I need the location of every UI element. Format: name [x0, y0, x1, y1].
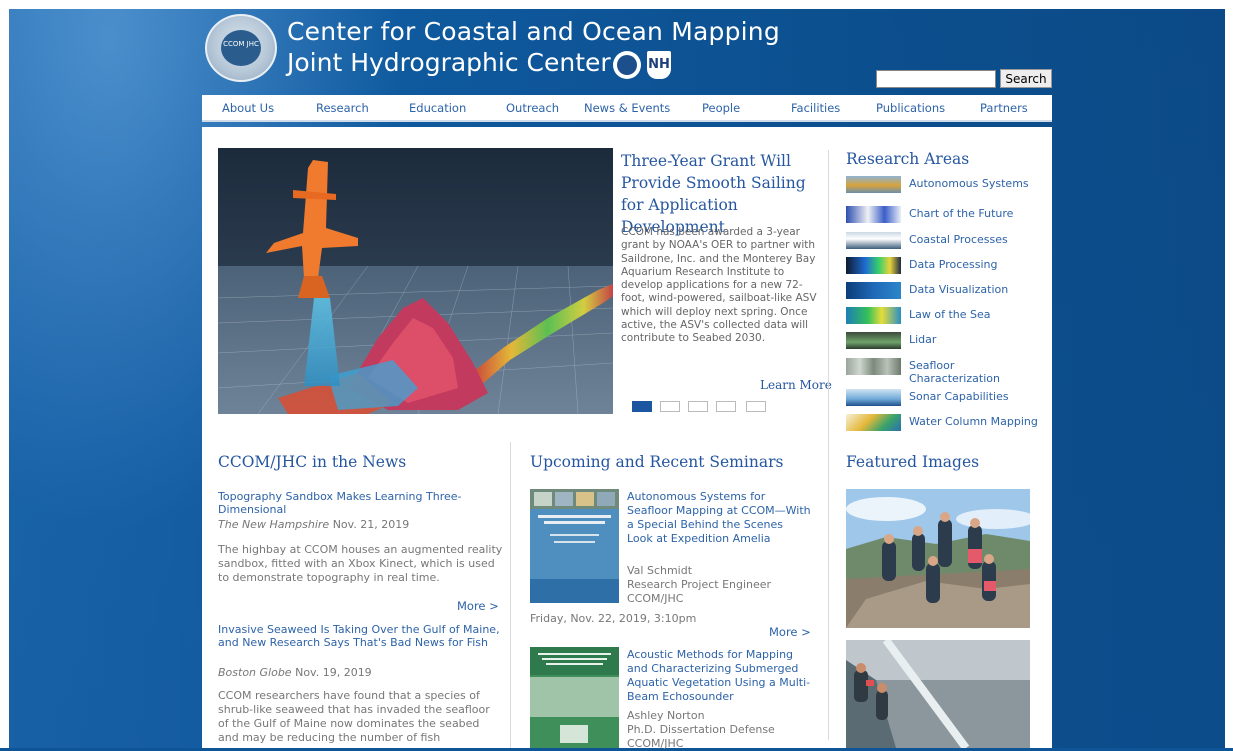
news-body-1: The highbay at CCOM houses an augmented … [218, 543, 503, 584]
featured-images-title[interactable]: Featured Images [846, 453, 979, 471]
research-area-label: Seafloor Characterization [909, 359, 1000, 385]
seminar-more-link-1[interactable]: More > [769, 625, 811, 639]
frame-top [0, 0, 1233, 9]
search-input[interactable] [876, 70, 996, 88]
research-area-label: Lidar [909, 333, 937, 346]
seminar-thumb-2[interactable] [530, 647, 619, 748]
hero-learn-more-link[interactable]: Learn More [760, 378, 832, 392]
seminar-speaker-2: Ashley Norton [627, 709, 705, 722]
water-column-thumb [846, 414, 901, 431]
research-area-coastal[interactable]: Coastal Processes [846, 232, 1046, 258]
lidar-thumb [846, 332, 901, 349]
research-area-sonar[interactable]: Sonar Capabilities [846, 389, 1046, 415]
news-source-name: The New Hampshire [218, 518, 330, 531]
nav-education[interactable]: Education [409, 101, 466, 115]
research-area-label: Autonomous Systems [909, 177, 1029, 190]
research-area-seafloor[interactable]: Seafloor Characterization [846, 358, 1046, 385]
data-visualization-thumb [846, 282, 901, 299]
frame-left [0, 0, 9, 748]
data-processing-thumb [846, 257, 901, 274]
search-button[interactable]: Search [1000, 69, 1052, 88]
research-area-law-sea[interactable]: Law of the Sea [846, 307, 1046, 333]
news-more-link-1[interactable]: More > [457, 599, 499, 613]
research-area-label: Data Visualization [909, 283, 1009, 296]
hero-body: CCOM has been awarded a 3-year grant by … [621, 226, 817, 345]
slide-dot-2[interactable] [660, 401, 680, 412]
nav-research[interactable]: Research [316, 101, 369, 115]
law-of-sea-thumb [846, 307, 901, 324]
news-section-title[interactable]: CCOM/JHC in the News [218, 453, 406, 471]
frame-right [1225, 0, 1233, 748]
news-source-name: Boston Globe [218, 666, 292, 679]
nav-publications[interactable]: Publications [876, 101, 945, 115]
research-area-autonomous[interactable]: Autonomous Systems [846, 176, 1046, 202]
research-area-lidar[interactable]: Lidar [846, 332, 1046, 358]
seminar-speaker-1: Val Schmidt [627, 564, 693, 577]
sonar-thumb [846, 389, 901, 406]
coastal-processes-thumb [846, 232, 901, 249]
news-source-2: Boston Globe Nov. 19, 2019 [218, 666, 372, 679]
research-area-chart-future[interactable]: Chart of the Future [846, 206, 1046, 232]
seminar-title-1[interactable]: Autonomous Systems for Seafloor Mapping … [627, 490, 812, 546]
research-area-label: Chart of the Future [909, 207, 1014, 220]
featured-image-2[interactable] [846, 640, 1030, 748]
seal-text: CCOM JHC [221, 30, 261, 66]
research-area-label: Sonar Capabilities [909, 390, 1009, 403]
unh-logo-icon[interactable]: NH [647, 51, 671, 79]
slide-dot-4[interactable] [716, 401, 736, 412]
seminar-thumb-1[interactable] [530, 489, 619, 603]
nav-partners[interactable]: Partners [980, 101, 1028, 115]
slide-dot-5[interactable] [746, 401, 766, 412]
research-area-label: Law of the Sea [909, 308, 991, 321]
autonomous-systems-thumb [846, 176, 901, 193]
nav-facilities[interactable]: Facilities [791, 101, 840, 115]
news-divider [510, 442, 511, 748]
nav-people[interactable]: People [702, 101, 740, 115]
noaa-logo-icon[interactable] [613, 51, 641, 79]
nav-outreach[interactable]: Outreach [506, 101, 559, 115]
slide-dot-1[interactable] [632, 401, 652, 412]
seafloor-thumb [846, 358, 901, 375]
seminar-title-2[interactable]: Acoustic Methods for Mapping and Charact… [627, 648, 812, 704]
seminars-section-title[interactable]: Upcoming and Recent Seminars [530, 453, 783, 471]
seminar-role-2: Ph.D. Dissertation Defense [627, 723, 775, 736]
site-title-line1[interactable]: Center for Coastal and Ocean Mapping [287, 17, 780, 46]
research-area-label: Water Column Mapping [909, 415, 1038, 428]
news-headline-2[interactable]: Invasive Seaweed Is Taking Over the Gulf… [218, 623, 503, 649]
slide-dot-3[interactable] [688, 401, 708, 412]
site-title-line2[interactable]: Joint Hydrographic Center [287, 48, 611, 77]
hero-title[interactable]: Three-Year Grant Will Provide Smooth Sai… [621, 150, 821, 238]
news-date: Nov. 21, 2019 [332, 518, 410, 531]
nav-about-us[interactable]: About Us [222, 101, 274, 115]
seminar-org-2: CCOM/JHC [627, 737, 684, 750]
news-source-1: The New Hampshire Nov. 21, 2019 [218, 518, 409, 531]
research-area-label: Coastal Processes [909, 233, 1008, 246]
research-areas-title[interactable]: Research Areas [846, 150, 969, 168]
news-headline-1[interactable]: Topography Sandbox Makes Learning Three-… [218, 490, 503, 516]
nav-news-events[interactable]: News & Events [584, 101, 670, 115]
research-area-label: Data Processing [909, 258, 998, 271]
news-body-2: CCOM researchers have found that a speci… [218, 689, 490, 744]
chart-of-future-thumb [846, 206, 901, 223]
hero-image[interactable] [218, 148, 613, 414]
news-date: Nov. 19, 2019 [295, 666, 372, 679]
featured-image-1[interactable] [846, 489, 1030, 628]
ccom-seal-logo[interactable]: CCOM JHC [205, 14, 277, 82]
research-area-water-column[interactable]: Water Column Mapping [846, 414, 1046, 440]
main-nav: About Us Research Education Outreach New… [202, 95, 1052, 122]
research-area-data-processing[interactable]: Data Processing [846, 257, 1046, 283]
seminar-role-1: Research Project Engineer [627, 578, 772, 591]
seminar-date-1: Friday, Nov. 22, 2019, 3:10pm [530, 612, 697, 625]
column-divider [828, 150, 829, 740]
seminar-org-1: CCOM/JHC [627, 592, 684, 605]
research-area-data-viz[interactable]: Data Visualization [846, 282, 1046, 308]
